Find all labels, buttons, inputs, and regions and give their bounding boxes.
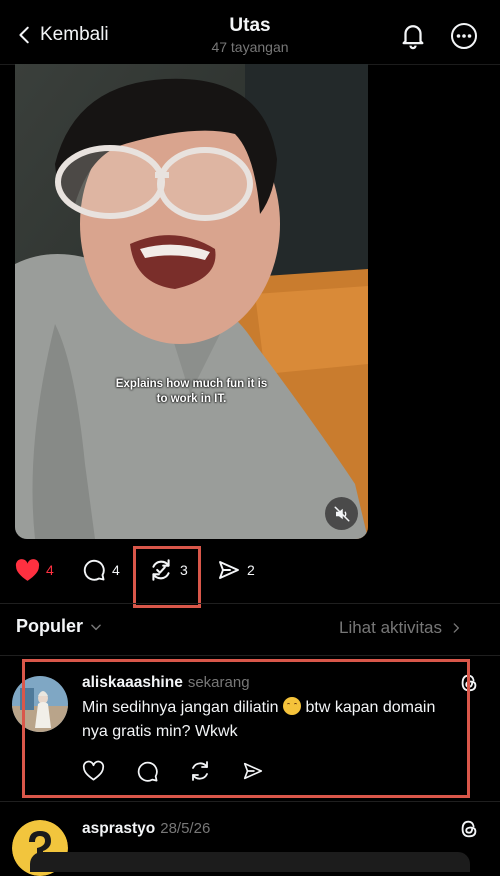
view-count: 47 tayangan [211, 39, 289, 55]
share-button[interactable]: 2 [217, 555, 255, 585]
like-button[interactable]: 4 [15, 555, 54, 585]
comment-timestamp: 28/5/26 [160, 820, 211, 837]
mute-icon [333, 505, 351, 523]
more-icon[interactable] [449, 21, 479, 51]
mute-button[interactable] [325, 497, 358, 530]
comment-icon [82, 558, 106, 582]
video-frame [15, 64, 368, 539]
repost-highlight-box [133, 546, 201, 608]
comment-button[interactable]: 4 [82, 555, 120, 585]
chevron-left-icon [14, 24, 36, 46]
chevron-right-icon [450, 621, 462, 635]
comment-item: asprastyo 28/5/26 [82, 820, 442, 838]
heart-icon [15, 558, 40, 582]
comment-header: asprastyo 28/5/26 [82, 820, 442, 838]
view-activity-label: Lihat aktivitas [339, 618, 442, 637]
threads-icon[interactable] [458, 818, 480, 840]
view-activity-link[interactable]: Lihat aktivitas [339, 618, 462, 638]
divider [0, 603, 500, 604]
reply-bar[interactable] [30, 852, 470, 872]
share-count: 2 [247, 562, 255, 578]
comment-count: 4 [112, 562, 120, 578]
comment-username[interactable]: asprastyo [82, 820, 155, 837]
page-title: Utas [229, 15, 271, 36]
video-caption: Explains how much fun it is to work in I… [115, 378, 268, 405]
comment-highlight-box [22, 659, 470, 798]
divider [0, 655, 500, 656]
back-label: Kembali [40, 24, 109, 45]
like-count: 4 [46, 562, 54, 578]
title-block: Utas 47 tayangan [150, 14, 350, 56]
divider [0, 801, 500, 802]
top-bar: Kembali Utas 47 tayangan [0, 0, 500, 65]
video-player[interactable]: Explains how much fun it is to work in I… [15, 64, 368, 539]
chevron-down-icon [89, 620, 103, 634]
back-button[interactable]: Kembali [14, 18, 109, 52]
sort-dropdown[interactable]: Populer [16, 616, 103, 637]
sort-label: Populer [16, 616, 84, 636]
bell-icon[interactable] [398, 20, 428, 50]
share-icon [217, 558, 241, 582]
